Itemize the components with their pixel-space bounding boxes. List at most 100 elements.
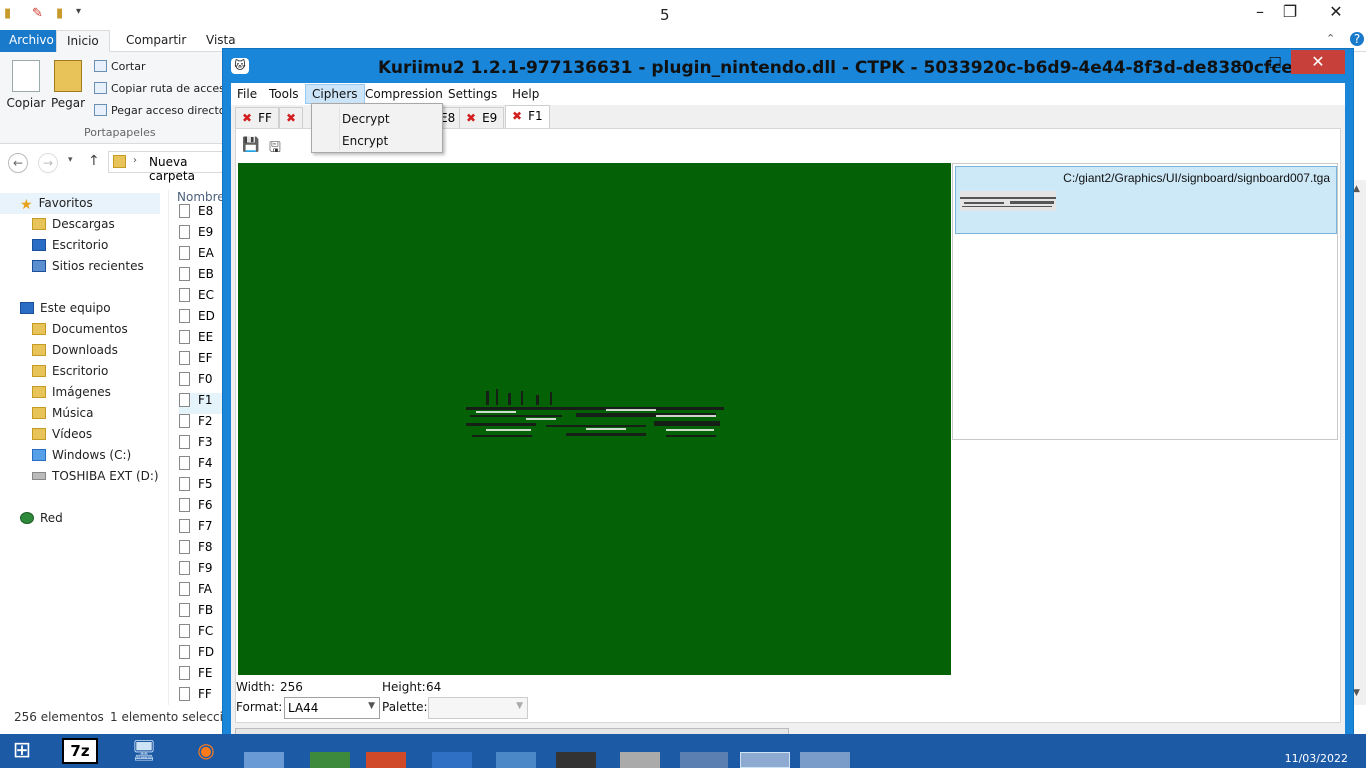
scroll-down-icon[interactable]: ▼ xyxy=(1353,688,1360,698)
tab-e9[interactable]: ✖ E9 xyxy=(459,107,505,129)
properties-icon[interactable]: ✎ xyxy=(32,6,43,21)
paste-button[interactable]: Pegar xyxy=(46,60,90,110)
file-icon xyxy=(179,477,190,491)
star-icon: ★ xyxy=(20,197,33,213)
taskbar-app-icon[interactable] xyxy=(680,752,728,768)
taskbar-app-icon[interactable] xyxy=(800,752,850,768)
nav-descargas[interactable]: Descargas xyxy=(0,214,160,235)
nav-label: Vídeos xyxy=(52,427,93,441)
taskbar-app-icon[interactable] xyxy=(244,752,284,768)
tab-ff[interactable]: ✖ FF xyxy=(235,107,279,129)
nav-escritorio-fav[interactable]: Escritorio xyxy=(0,235,160,256)
ribbon-collapse-icon[interactable]: ⌃ xyxy=(1326,32,1335,45)
help-icon[interactable]: ? xyxy=(1350,32,1364,46)
tab-f1[interactable]: ✖ F1 xyxy=(505,105,550,129)
nav-documentos[interactable]: Documentos xyxy=(0,319,160,340)
nav-favorites[interactable]: ★ Favoritos xyxy=(0,193,160,214)
up-icon[interactable]: ↑ xyxy=(88,153,100,169)
image-canvas[interactable] xyxy=(238,163,951,675)
scissors-icon xyxy=(94,60,107,72)
tab-inicio[interactable]: Inicio xyxy=(56,30,110,53)
nav-escritorio[interactable]: Escritorio xyxy=(0,361,160,382)
clock-date[interactable]: 11/03/2022 xyxy=(1285,752,1348,765)
taskbar-app-icon[interactable] xyxy=(496,752,536,768)
menu-ciphers[interactable]: Ciphers xyxy=(305,84,365,104)
kuriimu-titlebar: 🐱 Kuriimu2 1.2.1-977136631 - plugin_nint… xyxy=(223,49,1353,83)
close-tab-icon[interactable]: ✖ xyxy=(466,111,476,125)
tab-hidden[interactable]: ✖ xyxy=(279,107,303,129)
close-icon[interactable]: ✕ xyxy=(1320,2,1352,26)
save-as-icon[interactable]: 🖫 xyxy=(266,137,284,156)
menu-settings[interactable]: Settings xyxy=(442,84,503,104)
nav-videos[interactable]: Vídeos xyxy=(0,424,160,445)
recent-places-icon xyxy=(32,260,46,272)
format-select[interactable]: LA44 ▼ xyxy=(284,697,380,719)
recent-locations-icon[interactable]: ▾ xyxy=(68,155,73,165)
nav-network[interactable]: Red xyxy=(0,508,160,529)
close-tab-icon[interactable]: ✖ xyxy=(286,111,296,125)
menu-file[interactable]: File xyxy=(231,84,263,104)
nav-downloads[interactable]: Downloads xyxy=(0,340,160,361)
menu-compression[interactable]: Compression xyxy=(359,84,449,104)
file-icon xyxy=(179,267,190,281)
chrome-icon[interactable] xyxy=(310,752,350,768)
nav-label: Imágenes xyxy=(52,385,111,399)
menu-item-encrypt[interactable]: Encrypt xyxy=(342,134,388,148)
copy-path-label: Copiar ruta de acceso xyxy=(111,82,232,95)
close-tab-icon[interactable]: ✖ xyxy=(512,109,522,123)
nav-drive-c[interactable]: Windows (C:) xyxy=(0,445,160,466)
taskbar-app-icon[interactable] xyxy=(366,752,406,768)
ribbon: Copiar Pegar Cortar Copiar ruta de acces… xyxy=(0,52,232,144)
qat-dropdown-icon[interactable]: ▾ xyxy=(76,6,81,17)
palette-label: Palette: xyxy=(382,700,428,714)
close-tab-icon[interactable]: ✖ xyxy=(242,111,252,125)
tab-label: E9 xyxy=(482,111,498,125)
back-icon[interactable]: ← xyxy=(8,153,28,173)
cut-button[interactable]: Cortar xyxy=(94,60,146,73)
file-icon xyxy=(179,687,190,701)
address-text: Nueva carpeta xyxy=(149,155,195,183)
menu-help[interactable]: Help xyxy=(506,84,545,104)
palette-select[interactable]: ▼ xyxy=(428,697,528,719)
paste-icon xyxy=(54,60,82,92)
address-field[interactable]: › Nueva carpeta xyxy=(108,151,238,183)
maximize-icon[interactable]: ❐ xyxy=(1274,2,1306,26)
tab-archivo[interactable]: Archivo xyxy=(0,30,56,52)
tab-compartir[interactable]: Compartir xyxy=(116,30,196,52)
taskbar-app-icon[interactable] xyxy=(432,752,472,768)
file-name: ED xyxy=(198,309,215,323)
nav-label: Escritorio xyxy=(52,364,109,378)
scroll-up-icon[interactable]: ▲ xyxy=(1353,184,1360,194)
menu-tools[interactable]: Tools xyxy=(263,84,305,104)
nav-drive-d[interactable]: TOSHIBA EXT (D:) xyxy=(0,466,160,487)
save-icon[interactable]: 💾 xyxy=(242,137,260,155)
nav-musica[interactable]: Música xyxy=(0,403,160,424)
cut-label: Cortar xyxy=(111,60,146,73)
file-icon xyxy=(179,603,190,617)
windows-drive-icon xyxy=(32,449,46,461)
column-header-nombre[interactable]: Nombre xyxy=(177,190,225,204)
nav-this-pc[interactable]: Este equipo xyxy=(0,298,160,319)
close-button[interactable]: ✕ xyxy=(1291,50,1345,74)
nav-imagenes[interactable]: Imágenes xyxy=(0,382,160,403)
minimize-icon[interactable]: – xyxy=(1244,2,1276,26)
copy-path-button[interactable]: Copiar ruta de acceso xyxy=(94,82,232,95)
firefox-icon[interactable]: ◉ xyxy=(186,738,226,768)
new-folder-icon[interactable]: ▮ xyxy=(56,6,63,21)
nav-recent[interactable]: Sitios recientes xyxy=(0,256,160,277)
7zip-icon[interactable]: 7z xyxy=(62,738,98,764)
taskbar-app-icon[interactable] xyxy=(556,752,596,768)
taskbar-app-icon[interactable] xyxy=(620,752,660,768)
maximize-icon[interactable]: ☐ xyxy=(1263,54,1287,74)
texture-list-item[interactable]: C:/giant2/Graphics/UI/signboard/signboar… xyxy=(955,166,1337,234)
menu-item-decrypt[interactable]: Decrypt xyxy=(342,112,390,126)
forward-icon[interactable]: → xyxy=(38,153,58,173)
taskbar-app-icon[interactable] xyxy=(740,752,790,768)
width-value: 256 xyxy=(280,680,303,694)
file-icon xyxy=(179,456,190,470)
remote-desktop-icon[interactable]: 🖥 xyxy=(124,738,164,768)
paste-shortcut-button[interactable]: Pegar acceso directo xyxy=(94,104,226,117)
start-icon[interactable]: ⊞ xyxy=(2,738,42,768)
minimize-icon[interactable]: – xyxy=(1229,55,1253,75)
copy-button[interactable]: Copiar xyxy=(4,60,48,110)
